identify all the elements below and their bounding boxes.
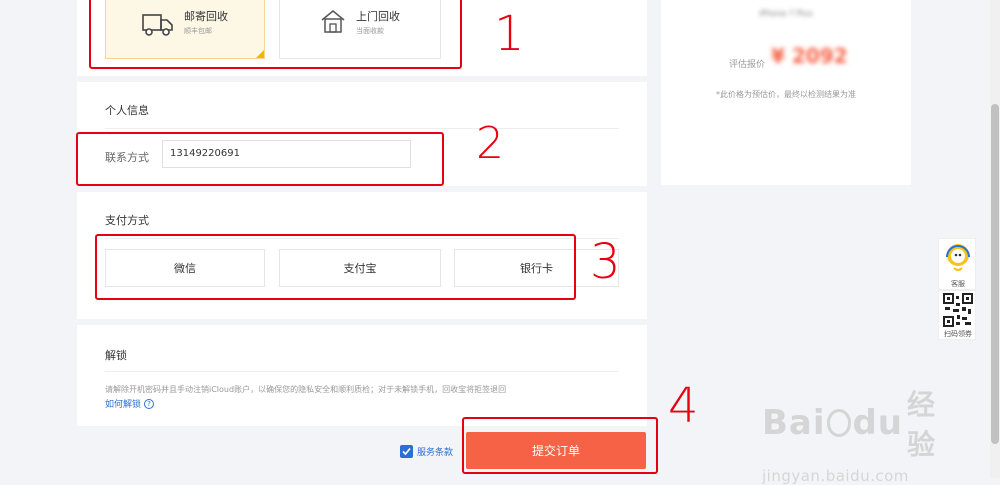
annotation-box-payment <box>95 234 576 300</box>
price-note: *此价格为预估价，最终以检测结果为准 <box>716 90 856 99</box>
help-circle-icon: ? <box>144 398 155 409</box>
annotation-number-1: 1 <box>494 6 525 62</box>
annotation-box-contact <box>76 132 444 186</box>
floating-service-widget[interactable]: 客服 <box>938 238 976 290</box>
terms-checkbox[interactable] <box>400 445 413 458</box>
watermark-brand: Bai <box>762 403 826 443</box>
baidu-watermark: Bai du 经验 jingyan.baidu.com <box>762 383 962 485</box>
annotation-box-submit <box>462 417 658 474</box>
price-summary-panel: iPhone 7 Plus 评估报价 ¥ 2092 *此价格为预估价，最终以检测… <box>661 0 911 185</box>
service-label: 客服 <box>951 280 965 288</box>
watermark-brand-du: du <box>852 403 904 443</box>
annotation-number-2: 2 <box>476 118 504 169</box>
watermark-url: jingyan.baidu.com <box>762 467 909 485</box>
annotation-box-recycle <box>89 0 462 69</box>
estimated-price: ¥ 2092 <box>771 44 848 68</box>
personal-info-title: 个人信息 <box>105 104 149 117</box>
page-scrollbar-thumb[interactable] <box>991 104 999 444</box>
divider <box>105 371 619 372</box>
payment-title: 支付方式 <box>105 214 149 227</box>
terms-checkbox-row[interactable]: 服务条款 <box>400 445 453 458</box>
annotation-number-4: 4 <box>668 378 699 434</box>
floating-qr-widget[interactable]: 扫码领券 <box>938 290 976 340</box>
divider <box>105 128 619 129</box>
paw-icon <box>826 409 852 437</box>
unlock-notice: 请解除开机密码并且手动注销iCloud账户，以确保您的隐私安全和顺利质检；对于未… <box>105 385 507 394</box>
terms-link[interactable]: 服务条款 <box>417 445 453 458</box>
customer-service-icon <box>945 243 971 277</box>
watermark-cn: 经验 <box>907 388 937 461</box>
how-to-unlock-label: 如何解锁 <box>105 400 142 410</box>
qr-code-icon <box>943 293 973 331</box>
price-label: 评估报价 <box>729 60 766 70</box>
unlock-panel: 解锁 请解除开机密码并且手动注销iCloud账户，以确保您的隐私安全和顺利质检；… <box>77 325 647 426</box>
qr-label: 扫码领券 <box>944 330 972 338</box>
annotation-number-3: 3 <box>590 234 621 290</box>
unlock-title: 解锁 <box>105 349 127 362</box>
watermark-logo: Bai du 经验 <box>762 383 962 463</box>
device-model: iPhone 7 Plus <box>759 9 813 18</box>
how-to-unlock-link[interactable]: 如何解锁 ? <box>105 397 155 410</box>
